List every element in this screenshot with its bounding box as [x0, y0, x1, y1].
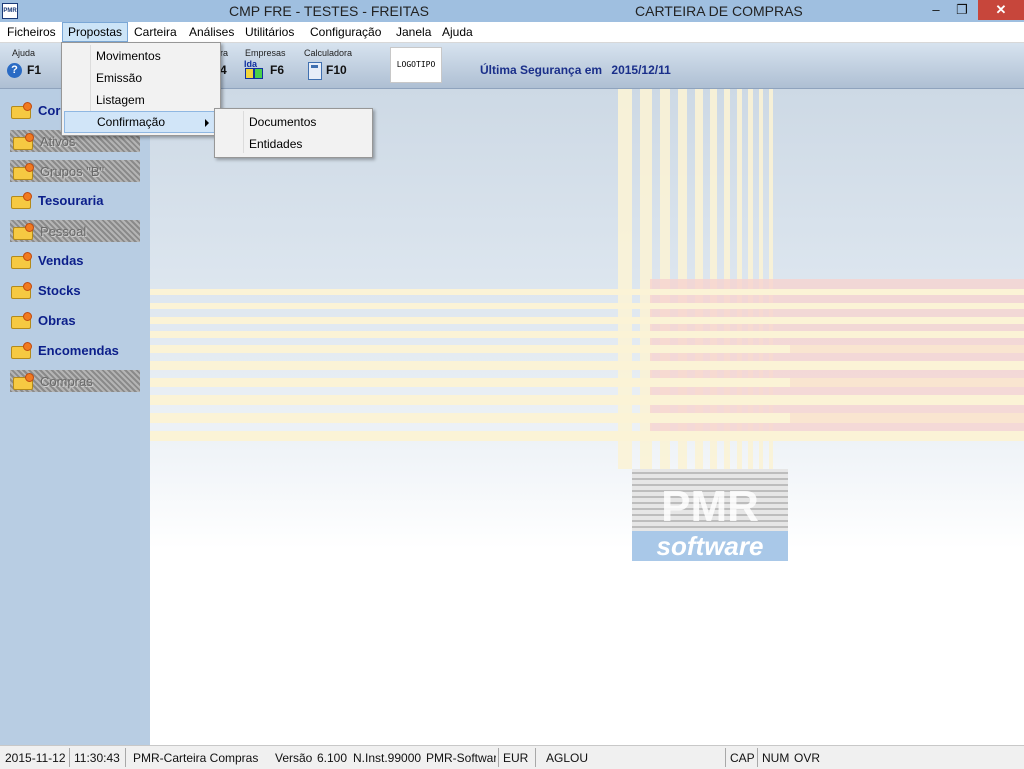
menu-propostas[interactable]: Propostas	[62, 22, 129, 42]
folder-icon	[11, 342, 33, 359]
menu-item-confirmacao[interactable]: Confirmação	[64, 111, 216, 133]
menu-carteira[interactable]: Carteira	[129, 22, 182, 42]
companies-shortcut: F6	[270, 63, 285, 77]
folder-icon	[11, 282, 33, 299]
module-pessoal: Pessoal	[10, 220, 140, 242]
module-grupos-b: Grupos "B"	[10, 160, 140, 182]
menu-utilitarios[interactable]: Utilitários	[240, 22, 299, 42]
module-encomendas[interactable]: Encomendas	[8, 339, 142, 363]
module-label: Compras	[40, 374, 93, 389]
folder-icon	[13, 163, 35, 180]
minimize-button[interactable]: –	[922, 0, 950, 20]
status-time: 11:30:43	[74, 751, 120, 765]
restore-button[interactable]: ❐	[948, 0, 976, 20]
status-num: NUM	[762, 751, 790, 765]
last-backup-date: 2015/12/11	[611, 63, 671, 77]
module-obras[interactable]: Obras	[8, 309, 142, 333]
menu-configuracao[interactable]: Configuração	[305, 22, 386, 42]
app-icon[interactable]: PMR	[2, 3, 18, 19]
status-version-label: Versão	[275, 751, 313, 765]
window-title: CMP FRE - TESTES - FREITAS	[229, 3, 429, 19]
menu-item-documentos[interactable]: Documentos	[217, 111, 368, 133]
module-label: Tesouraria	[38, 193, 104, 208]
confirmacao-submenu: Documentos Entidades	[214, 108, 373, 158]
module-stocks[interactable]: Stocks	[8, 279, 142, 303]
folder-icon	[13, 133, 35, 150]
module-panel: Cor Ativos Grupos "B" Tesouraria Pessoal…	[0, 89, 150, 745]
folder-icon	[13, 223, 35, 240]
folder-icon	[13, 373, 35, 390]
menu-janela[interactable]: Janela	[391, 22, 436, 42]
companies-caption: Empresas	[245, 48, 286, 58]
last-backup-info: Última Segurança em 2015/12/11	[480, 63, 671, 77]
menu-ficheiros[interactable]: Ficheiros	[2, 22, 61, 42]
menu-bar: Ficheiros Propostas Carteira Análises Ut…	[0, 22, 1024, 43]
restore-icon: ❐	[956, 2, 968, 17]
help-icon: ?	[7, 63, 22, 78]
module-label: Ativos	[40, 134, 76, 149]
submenu-arrow-icon	[205, 119, 209, 127]
folder-icon	[11, 102, 33, 119]
module-label: Cor	[38, 103, 61, 118]
module-label: Vendas	[38, 253, 84, 268]
module-label: Encomendas	[38, 343, 119, 358]
calculator-caption: Calculadora	[304, 48, 353, 58]
status-version: 6.100	[317, 751, 348, 765]
module-label: Stocks	[38, 283, 81, 298]
status-bar: 2015-11-12 11:30:43 PMR-Carteira Compras…	[0, 745, 1024, 769]
status-currency: EUR	[503, 751, 529, 765]
hidden-tool-shortcut[interactable]: 4	[220, 63, 227, 77]
menu-item-movimentos[interactable]: Movimentos	[64, 45, 216, 67]
menu-analises[interactable]: Análises	[184, 22, 239, 42]
module-tesouraria[interactable]: Tesouraria	[8, 189, 142, 213]
folder-icon	[11, 252, 33, 269]
module-label: Obras	[38, 313, 76, 328]
brand-tagline: software	[657, 531, 764, 561]
workspace: PMR software	[150, 89, 1024, 745]
title-bar: PMR CMP FRE - TESTES - FREITAS CARTEIRA …	[0, 0, 1024, 22]
help-shortcut: F1	[27, 63, 42, 77]
background-graphic: PMR software	[150, 89, 1024, 561]
status-install: N.Inst.99000	[353, 751, 422, 765]
companies-icon: Ida	[244, 59, 264, 79]
propostas-menu: Movimentos Emissão Listagem Confirmação	[61, 42, 221, 136]
close-icon: ✕	[995, 2, 1007, 17]
menu-item-entidades[interactable]: Entidades	[217, 133, 368, 155]
brand-name: PMR	[661, 482, 759, 531]
module-compras: Compras	[10, 370, 140, 392]
status-date: 2015-11-12	[5, 751, 66, 765]
module-vendas[interactable]: Vendas	[8, 249, 142, 273]
module-label: Pessoal	[40, 224, 87, 239]
close-button[interactable]: ✕	[978, 0, 1024, 20]
menu-item-emissao[interactable]: Emissão	[64, 67, 216, 89]
last-backup-label: Última Segurança em	[480, 63, 603, 77]
minimize-icon: –	[932, 2, 940, 17]
module-title: CARTEIRA DE COMPRAS	[635, 3, 803, 19]
calculator-icon	[308, 62, 322, 80]
hidden-tool-caption: ra	[220, 48, 229, 58]
folder-icon	[11, 192, 33, 209]
module-label: Grupos "B"	[40, 164, 105, 179]
status-app: PMR-Carteira Compras	[133, 751, 259, 765]
menu-ajuda[interactable]: Ajuda	[437, 22, 478, 42]
help-caption: Ajuda	[12, 48, 36, 58]
status-ovr: OVR	[794, 751, 821, 765]
calculator-shortcut: F10	[326, 63, 347, 77]
company-logo: LOGOTIPO	[390, 47, 442, 83]
status-vendor: PMR-Softwar	[426, 751, 496, 765]
folder-icon	[11, 312, 33, 329]
menu-item-listagem[interactable]: Listagem	[64, 89, 216, 111]
status-user: AGLOU	[546, 751, 589, 765]
status-caps: CAP	[730, 751, 755, 765]
menu-item-label: Confirmação	[97, 115, 166, 129]
